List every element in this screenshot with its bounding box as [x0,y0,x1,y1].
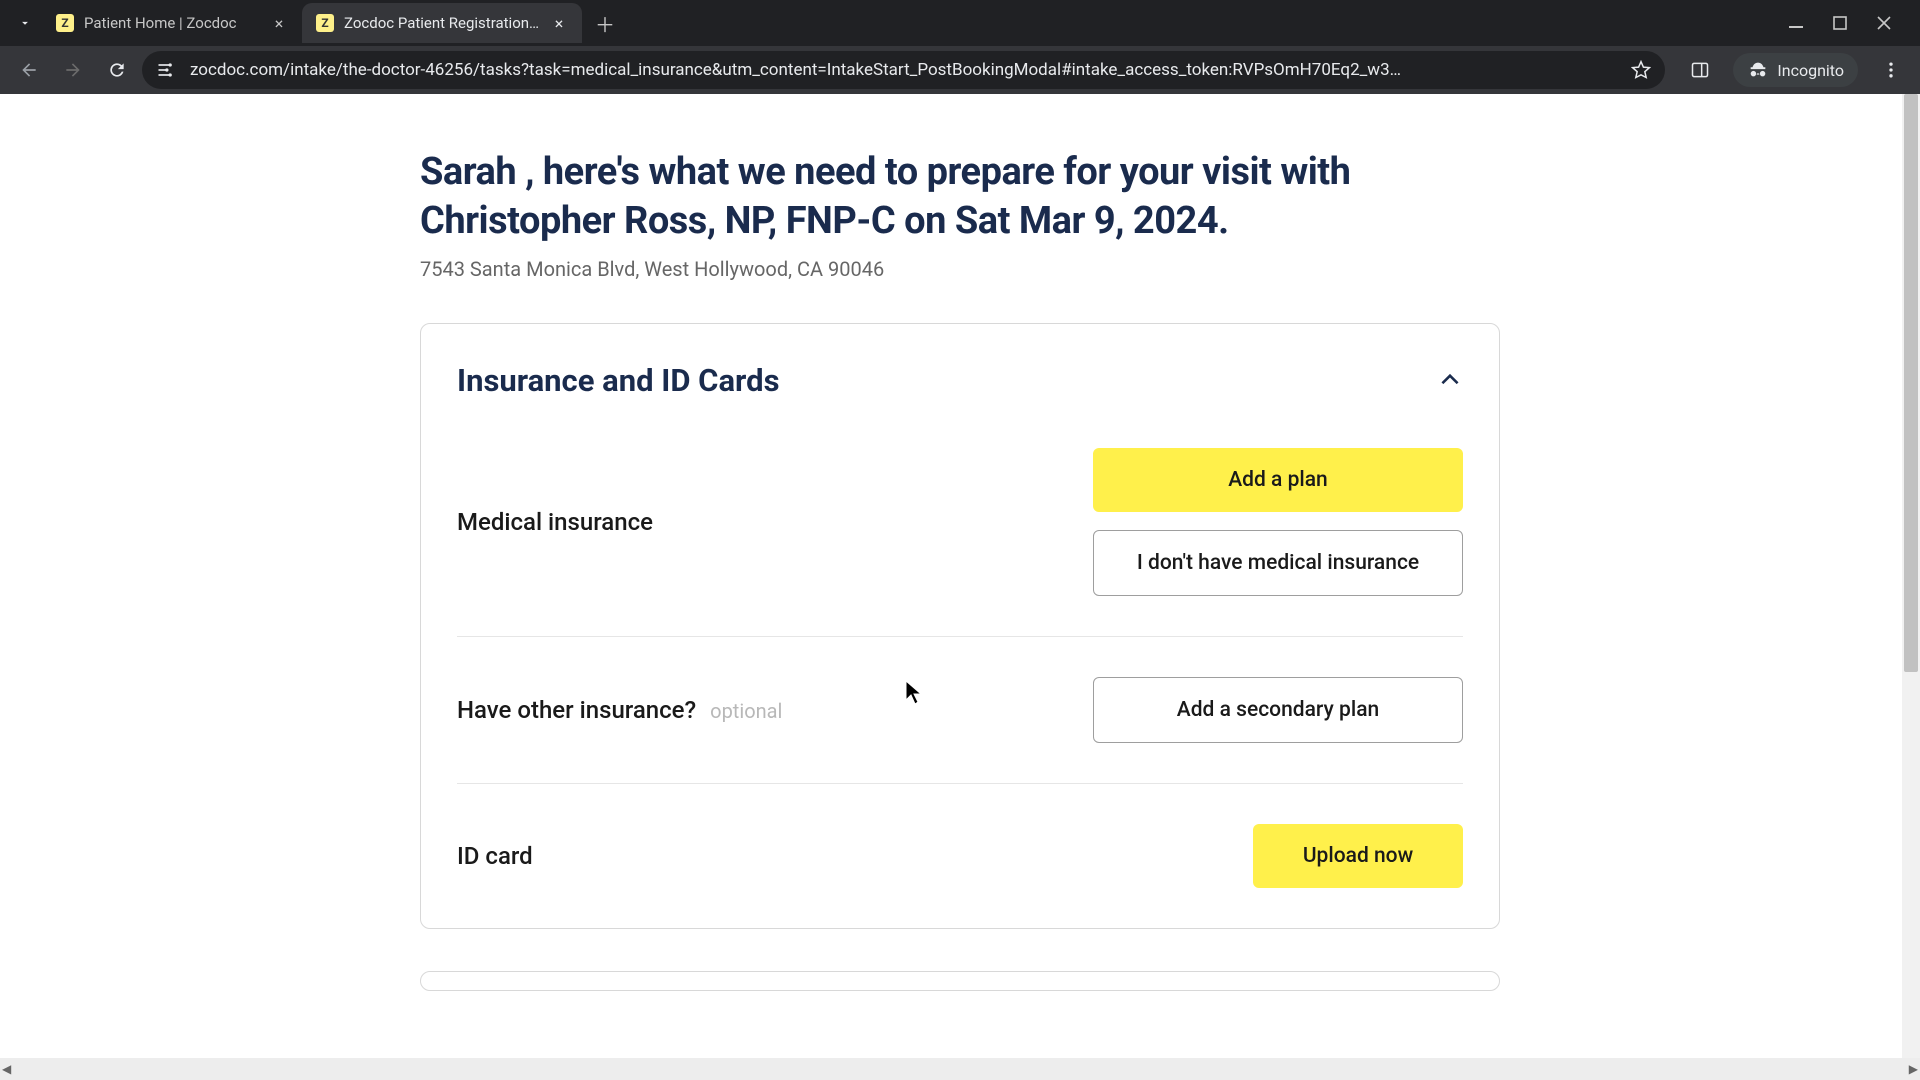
favicon-icon: Z [56,14,74,32]
site-controls-icon[interactable] [156,60,176,80]
page-heading: Sarah , here's what we need to prepare f… [420,148,1500,247]
page-content: Sarah , here's what we need to prepare f… [0,94,1920,1058]
reload-button[interactable] [98,51,136,89]
tab-title: Patient Home | Zocdoc [84,14,260,32]
tab-title: Zocdoc Patient Registration - R [344,14,540,32]
close-window-button[interactable] [1874,13,1894,33]
window-controls [1786,13,1912,33]
optional-label: optional [710,699,782,723]
card-title: Insurance and ID Cards [457,362,780,399]
favicon-icon: Z [316,14,334,32]
incognito-icon [1747,59,1769,81]
toolbar-right: Incognito [1671,51,1910,89]
id-card-actions: Upload now [1253,824,1463,888]
side-panel-button[interactable] [1681,51,1719,89]
browser-tab-0[interactable]: Z Patient Home | Zocdoc × [42,3,302,43]
tab-search-dropdown[interactable] [8,6,42,40]
insurance-card: Insurance and ID Cards Medical insurance… [420,323,1500,929]
upload-now-button[interactable]: Upload now [1253,824,1463,888]
browser-tab-1[interactable]: Z Zocdoc Patient Registration - R × [302,3,582,43]
address-bar[interactable]: zocdoc.com/intake/the-doctor-46256/tasks… [142,51,1665,89]
tab-bar: Z Patient Home | Zocdoc × Z Zocdoc Patie… [0,0,1920,46]
add-plan-button[interactable]: Add a plan [1093,448,1463,512]
forward-button[interactable] [54,51,92,89]
close-icon[interactable]: × [550,14,568,32]
row-id-card: ID card Upload now [457,783,1463,928]
row-secondary-insurance: Have other insurance? optional Add a sec… [457,636,1463,783]
id-card-label: ID card [457,842,533,870]
medical-insurance-label: Medical insurance [457,508,653,536]
provider-address: 7543 Santa Monica Blvd, West Hollywood, … [420,257,1500,281]
scrollbar-thumb[interactable] [1904,94,1918,672]
chevron-up-icon [1437,367,1463,393]
scroll-right-arrow[interactable]: ▶ [1909,1062,1918,1076]
next-section-card [420,971,1500,991]
no-insurance-button[interactable]: I don't have medical insurance [1093,530,1463,596]
secondary-insurance-label: Have other insurance? optional [457,696,782,724]
back-button[interactable] [10,51,48,89]
minimize-button[interactable] [1786,13,1806,33]
row-medical-insurance: Medical insurance Add a plan I don't hav… [421,427,1499,636]
browser-toolbar: zocdoc.com/intake/the-doctor-46256/tasks… [0,46,1920,94]
secondary-label-text: Have other insurance? [457,696,696,724]
browser-menu-button[interactable] [1872,51,1910,89]
medical-insurance-actions: Add a plan I don't have medical insuranc… [1093,448,1463,596]
browser-chrome: Z Patient Home | Zocdoc × Z Zocdoc Patie… [0,0,1920,94]
scroll-left-arrow[interactable]: ◀ [2,1062,11,1076]
bookmark-icon[interactable] [1631,60,1651,80]
incognito-badge[interactable]: Incognito [1733,53,1858,87]
url-text: zocdoc.com/intake/the-doctor-46256/tasks… [190,60,1617,80]
secondary-insurance-actions: Add a secondary plan [1093,677,1463,743]
close-icon[interactable]: × [270,14,288,32]
new-tab-button[interactable]: ＋ [588,6,622,40]
incognito-label: Incognito [1777,61,1844,80]
maximize-button[interactable] [1830,13,1850,33]
vertical-scrollbar[interactable] [1902,94,1920,1058]
card-header-toggle[interactable]: Insurance and ID Cards [421,324,1499,427]
add-secondary-plan-button[interactable]: Add a secondary plan [1093,677,1463,743]
horizontal-scrollbar[interactable]: ◀ ▶ [0,1058,1920,1080]
